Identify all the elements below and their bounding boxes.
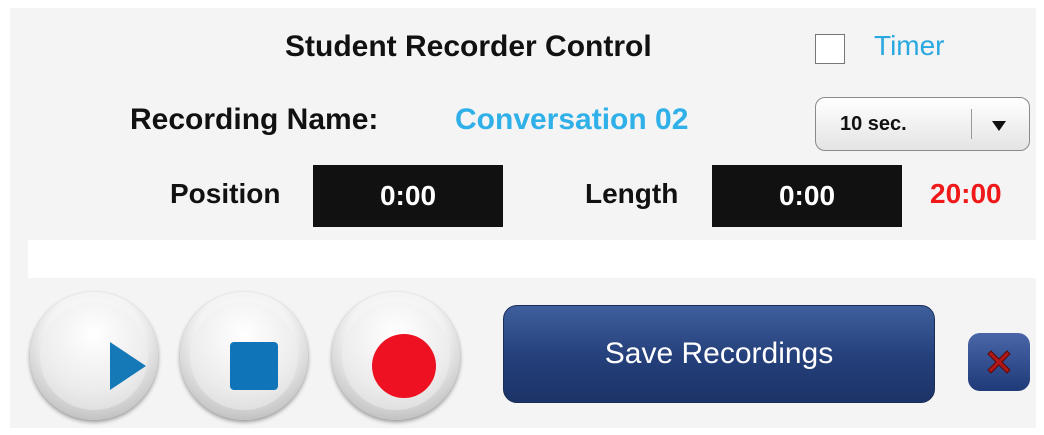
duration-select-divider — [971, 109, 972, 139]
record-icon — [372, 334, 436, 398]
position-label: Position — [170, 178, 281, 209]
recording-name-label: Recording Name: — [130, 103, 379, 136]
record-button-face — [342, 302, 450, 410]
record-button[interactable] — [332, 292, 460, 420]
stop-icon — [230, 342, 278, 390]
position-display: 0:00 — [313, 165, 503, 227]
stop-button-face — [190, 302, 298, 410]
timer-checkbox[interactable] — [815, 34, 845, 64]
stop-button[interactable] — [180, 292, 308, 420]
max-time-display: 20:00 — [930, 178, 1002, 209]
length-display: 0:00 — [712, 165, 902, 227]
duration-select-value: 10 sec. — [840, 113, 907, 135]
chevron-down-icon[interactable] — [992, 121, 1006, 131]
play-button-face — [40, 302, 148, 410]
close-button[interactable] — [968, 333, 1030, 391]
recording-name-value: Conversation 02 — [455, 103, 689, 136]
duration-select[interactable]: 10 sec. — [815, 97, 1030, 151]
close-icon — [987, 350, 1011, 374]
progress-bar[interactable] — [28, 240, 1036, 278]
play-button[interactable] — [30, 292, 158, 420]
length-label: Length — [585, 178, 679, 209]
panel-title: Student Recorder Control — [285, 30, 652, 63]
timer-label: Timer — [874, 30, 945, 61]
play-icon — [110, 342, 146, 390]
save-recordings-button[interactable]: Save Recordings — [503, 305, 935, 403]
